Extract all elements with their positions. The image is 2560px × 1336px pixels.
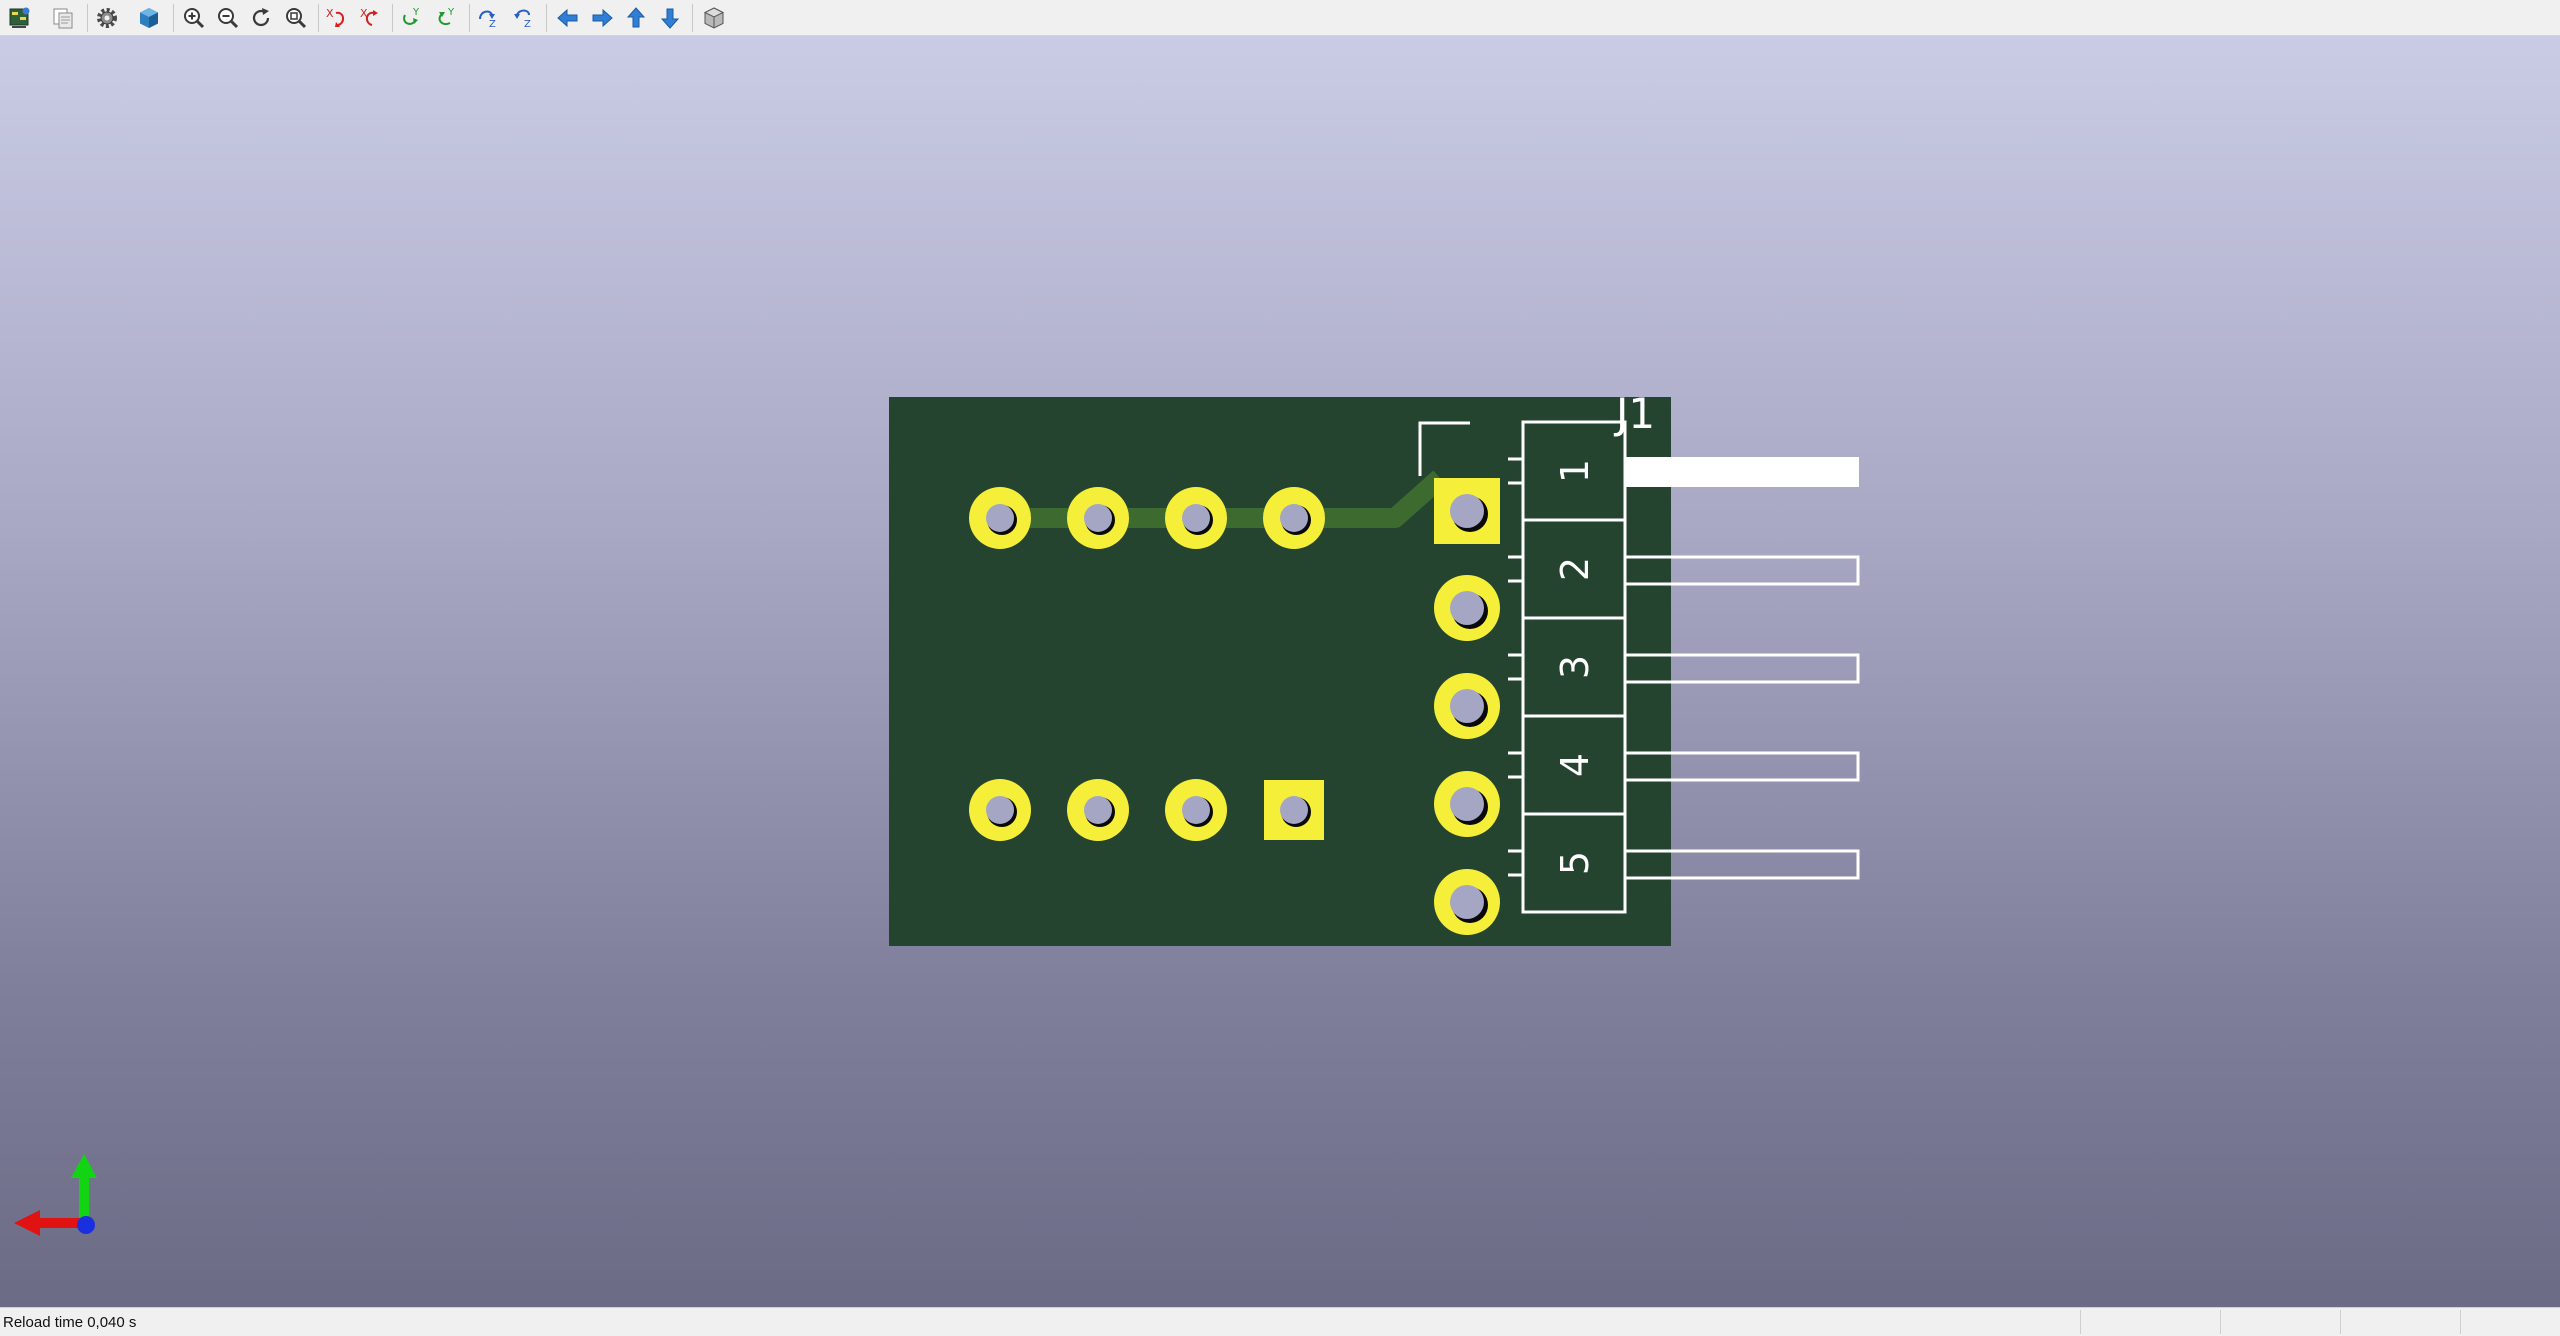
zoom-out-icon (218, 8, 239, 29)
move-up-button[interactable] (620, 2, 652, 34)
zoom-fit-icon (286, 8, 307, 29)
rotate-y-ccw-icon: Y (438, 7, 455, 25)
ortho-view-cube-icon (703, 7, 725, 29)
status-field (2460, 1310, 2560, 1334)
rotate-x-ccw-icon: X (360, 7, 378, 26)
zoom-fit-button[interactable] (280, 2, 312, 34)
pin-label: 2 (1553, 557, 1597, 581)
rotate-x-cw-icon: X (326, 7, 344, 27)
raytracing-button[interactable] (133, 2, 165, 34)
copy-image-icon (53, 8, 73, 29)
reload-board-icon (9, 7, 30, 28)
zoom-in-button[interactable] (178, 2, 210, 34)
svg-text:Y: Y (412, 7, 420, 18)
orthographic-view-button[interactable] (698, 2, 730, 34)
rotate-y-counterclockwise-button[interactable]: Y (431, 2, 463, 34)
3d-viewer-window: X X Y Y Z Z J1 1 2 3 4 5 Reload time 0,0… (0, 0, 2560, 1336)
main-toolbar: X X Y Y Z Z (0, 0, 2560, 36)
rotate-z-cw-icon: Z (479, 10, 496, 30)
j1-reference-label: J1 (1613, 389, 1655, 438)
status-field (2220, 1310, 2340, 1334)
rotate-x-clockwise-button[interactable]: X (321, 2, 353, 34)
rotate-z-ccw-icon: Z (514, 9, 531, 30)
rotate-x-counterclockwise-button[interactable]: X (355, 2, 387, 34)
z-axis-icon (77, 1216, 95, 1234)
status-field (2080, 1310, 2220, 1334)
zoom-in-icon (184, 8, 205, 29)
pin-label: 4 (1553, 753, 1597, 777)
pcb-3d-render: J1 1 2 3 4 5 (14, 389, 1860, 1236)
status-field (2340, 1310, 2460, 1334)
redraw-icon (252, 8, 270, 27)
axis-gizmo (14, 1154, 97, 1236)
svg-text:X: X (326, 7, 334, 20)
rotate-y-clockwise-button[interactable]: Y (396, 2, 428, 34)
move-right-button[interactable] (586, 2, 618, 34)
svg-text:Y: Y (447, 7, 455, 18)
rotate-z-counterclockwise-button[interactable]: Z (508, 2, 540, 34)
copy-image-button[interactable] (47, 2, 79, 34)
pin-label: 1 (1553, 459, 1597, 483)
move-left-button[interactable] (552, 2, 584, 34)
svg-text:Z: Z (524, 19, 531, 30)
zoom-out-button[interactable] (212, 2, 244, 34)
pin-label: 5 (1553, 851, 1597, 875)
raytracing-cube-icon (140, 8, 158, 28)
move-up-icon (626, 7, 646, 28)
move-down-icon (660, 8, 680, 29)
move-left-icon (557, 8, 578, 28)
redraw-button[interactable] (245, 2, 277, 34)
move-down-button[interactable] (654, 2, 686, 34)
move-right-icon (592, 8, 613, 28)
svg-text:Z: Z (489, 19, 496, 30)
pin-label: 3 (1553, 655, 1597, 679)
reload-time-status: Reload time 0,040 s (3, 1314, 137, 1331)
status-bar: Reload time 0,040 s (0, 1307, 2560, 1336)
3d-viewport[interactable]: J1 1 2 3 4 5 (0, 36, 2560, 1307)
reload-board-button[interactable] (4, 2, 36, 34)
j1-pin-1-marker (1625, 457, 1859, 487)
rotate-z-clockwise-button[interactable]: Z (473, 2, 505, 34)
rotate-y-cw-icon: Y (403, 7, 420, 25)
settings-gear-icon (97, 8, 117, 28)
settings-button[interactable] (91, 2, 123, 34)
